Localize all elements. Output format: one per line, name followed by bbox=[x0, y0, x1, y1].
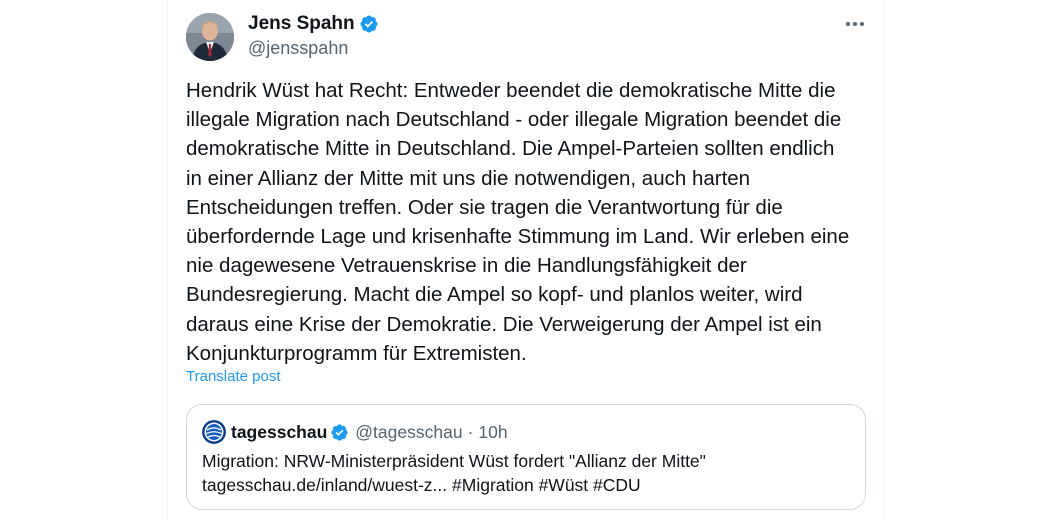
quoted-author-name[interactable]: tagesschau bbox=[231, 422, 327, 443]
quoted-author-handle[interactable]: @tagesschau bbox=[355, 422, 462, 443]
quoted-tweet-text-line1: Migration: NRW-Ministerpräsident Wüst fo… bbox=[202, 451, 706, 471]
quoted-tweet-header: tagesschau @tagesschau · 10h bbox=[202, 420, 508, 444]
quoted-timestamp[interactable]: 10h bbox=[478, 422, 507, 443]
avatar[interactable] bbox=[186, 13, 234, 61]
verified-badge-icon bbox=[330, 423, 349, 442]
author-name-row[interactable]: Jens Spahn bbox=[248, 12, 379, 36]
author-name[interactable]: Jens Spahn bbox=[248, 13, 355, 35]
author-handle[interactable]: @jensspahn bbox=[248, 38, 348, 59]
translate-post-link[interactable]: Translate post bbox=[186, 368, 281, 385]
tweet-text: Hendrik Wüst hat Recht: Entweder beendet… bbox=[186, 79, 850, 365]
quoted-tweet-text-line2: tagesschau.de/inland/wuest-z... #Migrati… bbox=[202, 475, 641, 495]
more-options-icon[interactable] bbox=[840, 12, 870, 36]
tagesschau-logo-icon bbox=[202, 420, 226, 444]
quoted-tweet-card[interactable]: tagesschau @tagesschau · 10h Migration: … bbox=[186, 404, 866, 510]
verified-badge-icon bbox=[359, 14, 379, 34]
separator-dot: · bbox=[467, 421, 474, 442]
